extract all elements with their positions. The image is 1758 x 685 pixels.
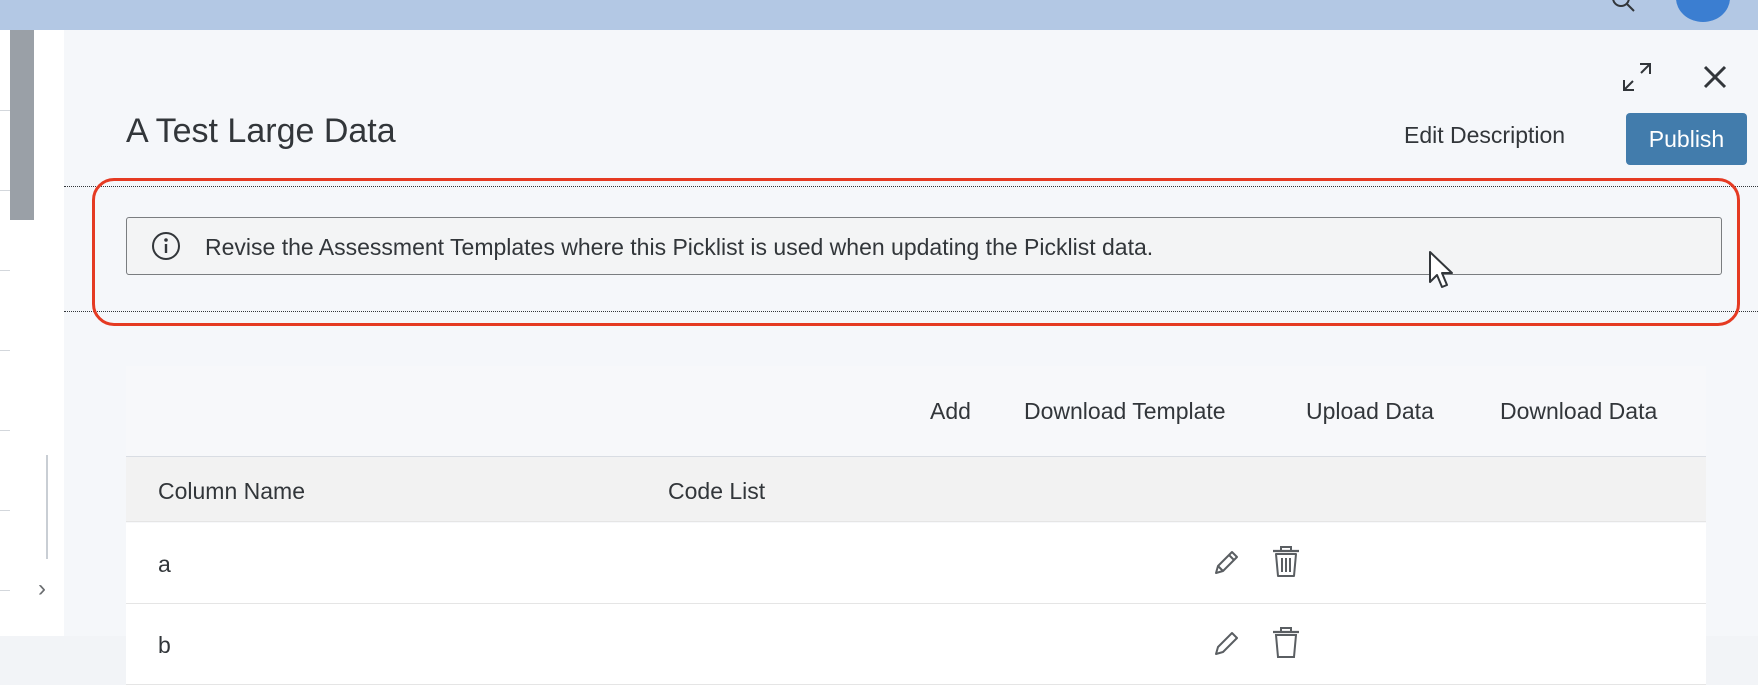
dialog-title: A Test Large Data — [126, 112, 396, 150]
expand-button[interactable] — [1618, 58, 1656, 96]
edit-icon[interactable] — [1210, 547, 1242, 579]
download-template-button[interactable]: Download Template — [1024, 398, 1226, 425]
expand-icon — [1623, 63, 1651, 91]
search-icon[interactable] — [1612, 0, 1636, 16]
delete-icon[interactable] — [1270, 626, 1302, 660]
column-header-column-name[interactable]: Column Name — [158, 478, 305, 505]
table-row[interactable]: b — [126, 604, 1706, 685]
table-row[interactable]: a — [126, 523, 1706, 604]
edit-description-button[interactable]: Edit Description — [1404, 122, 1565, 149]
column-name-cell: a — [158, 551, 171, 577]
close-icon — [1703, 65, 1727, 89]
column-name-cell: b — [158, 632, 171, 658]
edit-icon[interactable] — [1210, 628, 1242, 660]
background-scrollbar[interactable] — [10, 30, 34, 220]
delete-icon[interactable] — [1270, 545, 1302, 579]
publish-button[interactable]: Publish — [1626, 113, 1747, 165]
background-divider — [46, 455, 48, 559]
column-header-code-list[interactable]: Code List — [668, 478, 765, 505]
picklist-table-panel: Add Download Template Upload Data Downlo… — [126, 366, 1706, 685]
table-header-row: Column Name Code List — [126, 457, 1706, 522]
chevron-right-icon[interactable]: › — [38, 574, 58, 604]
highlight-outline — [92, 178, 1740, 326]
mouse-cursor-icon — [1429, 251, 1453, 288]
avatar[interactable] — [1676, 0, 1730, 22]
shell-bar — [0, 0, 1758, 30]
download-data-button[interactable]: Download Data — [1500, 398, 1657, 425]
table-toolbar: Add Download Template Upload Data Downlo… — [126, 366, 1706, 457]
add-button[interactable]: Add — [930, 398, 971, 425]
close-button[interactable] — [1696, 58, 1734, 96]
upload-data-button[interactable]: Upload Data — [1306, 398, 1434, 425]
